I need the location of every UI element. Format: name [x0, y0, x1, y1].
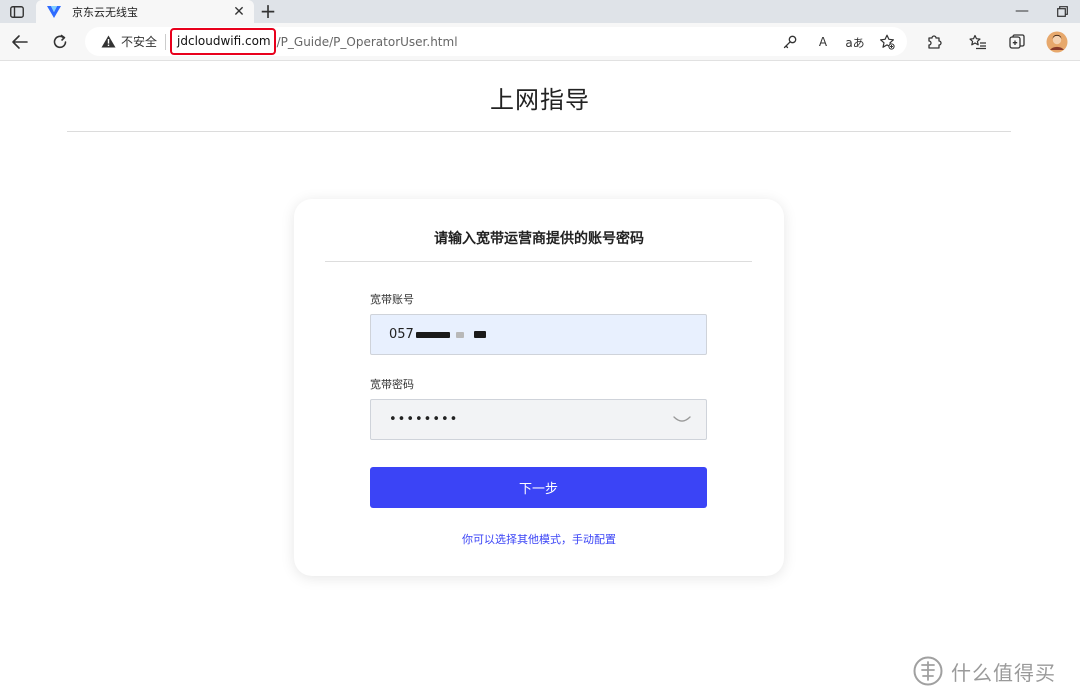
page-title: 上网指导 — [490, 86, 590, 114]
redaction-mark-small — [474, 331, 487, 338]
manual-config-link[interactable]: 你可以选择其他模式，手动配置 — [294, 531, 784, 547]
watermark-text: 什么值得买 — [951, 660, 1056, 685]
tab-title: 京东云无线宝 — [72, 5, 138, 19]
new-tab-button[interactable]: + — [256, 0, 280, 23]
back-button[interactable] — [8, 30, 32, 54]
password-label: 宽带密码 — [370, 378, 414, 391]
smzdm-logo-icon — [913, 656, 943, 686]
minimize-button[interactable]: — — [1012, 0, 1032, 22]
account-visible-prefix: 057 — [389, 327, 414, 342]
tab-bar: 京东云无线宝 ✕ + — — [0, 0, 1080, 23]
url-host[interactable]: jdcloudwifi.com — [170, 28, 276, 55]
account-value: 057 — [389, 327, 487, 342]
collections-icon — [1009, 34, 1025, 49]
collections-button[interactable] — [1005, 30, 1029, 54]
redaction-mark — [415, 331, 450, 338]
account-input[interactable]: 057 — [370, 314, 707, 355]
url-path[interactable]: /P_Guide/P_OperatorUser.html — [277, 35, 458, 49]
profile-button[interactable] — [1045, 30, 1069, 54]
warning-icon[interactable] — [100, 34, 116, 50]
puzzle-icon — [928, 35, 942, 49]
read-aloud-icon[interactable]: A — [814, 34, 832, 50]
favorites-button[interactable] — [966, 30, 990, 54]
refresh-button[interactable] — [48, 30, 72, 54]
password-input[interactable]: •••••••• — [370, 399, 707, 440]
avatar — [1046, 31, 1068, 53]
key-icon[interactable] — [781, 34, 799, 50]
redaction-mark-light — [456, 331, 465, 338]
tab-close-button[interactable]: ✕ — [230, 3, 248, 21]
card-divider — [325, 261, 752, 262]
security-status-text[interactable]: 不安全 — [121, 33, 157, 50]
next-step-button[interactable]: 下一步 — [370, 467, 707, 508]
browser-toolbar: 不安全 jdcloudwifi.com /P_Guide/P_OperatorU… — [0, 23, 1080, 61]
refresh-icon — [53, 34, 67, 49]
extensions-button[interactable] — [922, 30, 946, 54]
page-divider — [67, 131, 1011, 132]
jd-favicon-icon — [46, 4, 64, 20]
favorite-star-icon[interactable] — [878, 34, 896, 50]
favorites-list-icon — [969, 34, 986, 50]
eye-closed-icon[interactable] — [672, 412, 692, 428]
tab-actions-icon[interactable] — [6, 3, 28, 21]
address-bar[interactable]: 不安全 jdcloudwifi.com /P_Guide/P_OperatorU… — [85, 27, 907, 56]
restore-button[interactable] — [1052, 0, 1072, 22]
account-label: 宽带账号 — [370, 293, 414, 306]
address-separator — [165, 33, 167, 50]
card-heading: 请输入宽带运营商提供的账号密码 — [434, 231, 644, 247]
back-arrow-icon — [12, 35, 28, 49]
password-value: •••••••• — [389, 412, 459, 427]
credentials-card: 请输入宽带运营商提供的账号密码 宽带账号 057 宽带密码 •••••••• 下… — [294, 199, 784, 576]
translate-icon[interactable]: aあ — [843, 34, 867, 50]
browser-tab[interactable]: 京东云无线宝 ✕ — [36, 0, 254, 23]
watermark: 什么值得买 — [913, 655, 1056, 687]
